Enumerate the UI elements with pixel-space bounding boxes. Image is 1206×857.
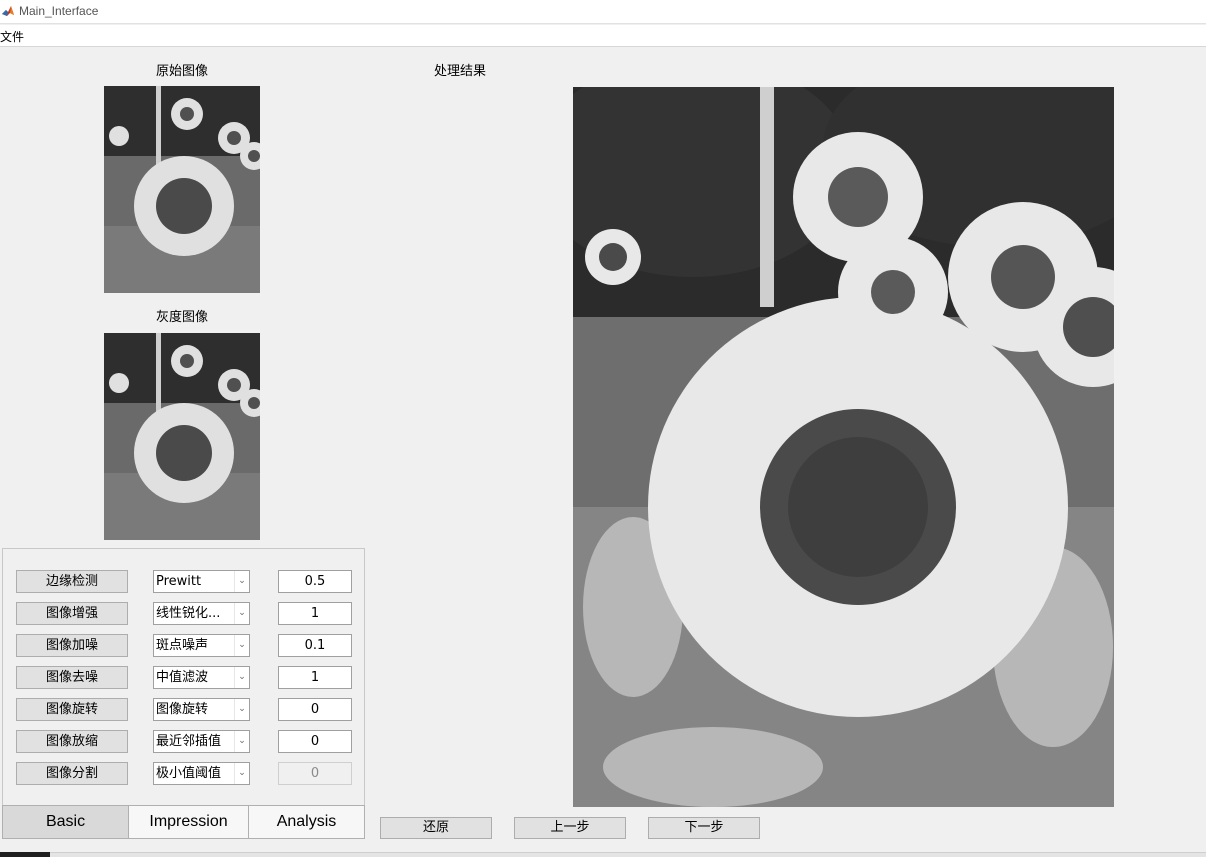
operation-row: 图像放缩 最近邻插值 ⌄ 0 bbox=[3, 730, 366, 754]
denoise-button[interactable]: 图像去噪 bbox=[16, 666, 128, 689]
result-image-caption: 处理结果 bbox=[433, 64, 486, 79]
scale-value[interactable]: 0 bbox=[278, 730, 352, 753]
restore-button[interactable]: 还原 bbox=[380, 817, 492, 839]
gray-image-caption: 灰度图像 bbox=[155, 310, 208, 325]
operation-row: 边缘检测 Prewitt ⌄ 0.5 bbox=[3, 570, 366, 594]
gray-image bbox=[104, 333, 260, 540]
segment-select[interactable]: 极小值阈值 ⌄ bbox=[153, 762, 250, 785]
select-value: 图像旋转 bbox=[156, 702, 209, 717]
select-value: 斑点噪声 bbox=[156, 638, 209, 653]
select-value: Prewitt bbox=[156, 574, 202, 589]
chevron-down-icon: ⌄ bbox=[234, 699, 249, 720]
chevron-down-icon: ⌄ bbox=[234, 763, 249, 784]
select-value: 最近邻插值 bbox=[156, 734, 222, 749]
mode-tabs: Basic Impression Analysis bbox=[2, 805, 365, 839]
tab-analysis[interactable]: Analysis bbox=[248, 805, 365, 839]
edge-detect-value[interactable]: 0.5 bbox=[278, 570, 352, 593]
matlab-logo-icon bbox=[1, 4, 15, 18]
tab-impression[interactable]: Impression bbox=[128, 805, 249, 839]
operation-row: 图像旋转 图像旋转 ⌄ 0 bbox=[3, 698, 366, 722]
original-image bbox=[104, 86, 260, 293]
add-noise-button[interactable]: 图像加噪 bbox=[16, 634, 128, 657]
rotate-select[interactable]: 图像旋转 ⌄ bbox=[153, 698, 250, 721]
chevron-down-icon: ⌄ bbox=[234, 603, 249, 624]
chevron-down-icon: ⌄ bbox=[234, 731, 249, 752]
segment-button[interactable]: 图像分割 bbox=[16, 762, 128, 785]
chevron-down-icon: ⌄ bbox=[234, 635, 249, 656]
scale-select[interactable]: 最近邻插值 ⌄ bbox=[153, 730, 250, 753]
original-image-caption: 原始图像 bbox=[155, 64, 208, 79]
scale-button[interactable]: 图像放缩 bbox=[16, 730, 128, 753]
chevron-down-icon: ⌄ bbox=[234, 571, 249, 592]
menu-file[interactable]: 文件 bbox=[0, 28, 24, 45]
enhance-value[interactable]: 1 bbox=[278, 602, 352, 625]
select-value: 线性锐化... bbox=[156, 606, 221, 621]
menu-bar: 文件 bbox=[0, 25, 1206, 47]
rotate-value[interactable]: 0 bbox=[278, 698, 352, 721]
bottom-strip bbox=[0, 852, 1206, 857]
edge-detect-select[interactable]: Prewitt ⌄ bbox=[153, 570, 250, 593]
select-value: 中值滤波 bbox=[156, 670, 209, 685]
operation-row: 图像增强 线性锐化... ⌄ 1 bbox=[3, 602, 366, 626]
chevron-down-icon: ⌄ bbox=[234, 667, 249, 688]
operation-row: 图像去噪 中值滤波 ⌄ 1 bbox=[3, 666, 366, 690]
segment-value: 0 bbox=[278, 762, 352, 785]
add-noise-select[interactable]: 斑点噪声 ⌄ bbox=[153, 634, 250, 657]
enhance-button[interactable]: 图像增强 bbox=[16, 602, 128, 625]
select-value: 极小值阈值 bbox=[156, 766, 222, 781]
undo-button[interactable]: 上一步 bbox=[514, 817, 626, 839]
redo-button[interactable]: 下一步 bbox=[648, 817, 760, 839]
tab-basic[interactable]: Basic bbox=[2, 805, 129, 839]
result-image bbox=[573, 87, 1114, 807]
operation-row: 图像加噪 斑点噪声 ⌄ 0.1 bbox=[3, 634, 366, 658]
operation-row: 图像分割 极小值阈值 ⌄ 0 bbox=[3, 762, 366, 786]
edge-detect-button[interactable]: 边缘检测 bbox=[16, 570, 128, 593]
denoise-value[interactable]: 1 bbox=[278, 666, 352, 689]
denoise-select[interactable]: 中值滤波 ⌄ bbox=[153, 666, 250, 689]
enhance-select[interactable]: 线性锐化... ⌄ bbox=[153, 602, 250, 625]
window-title: Main_Interface bbox=[19, 4, 99, 18]
bottom-strip-mark bbox=[0, 852, 50, 857]
window-titlebar: Main_Interface bbox=[0, 0, 1206, 24]
add-noise-value[interactable]: 0.1 bbox=[278, 634, 352, 657]
rotate-button[interactable]: 图像旋转 bbox=[16, 698, 128, 721]
operations-panel: 边缘检测 Prewitt ⌄ 0.5 图像增强 线性锐化... ⌄ 1 图像加噪… bbox=[2, 548, 365, 807]
